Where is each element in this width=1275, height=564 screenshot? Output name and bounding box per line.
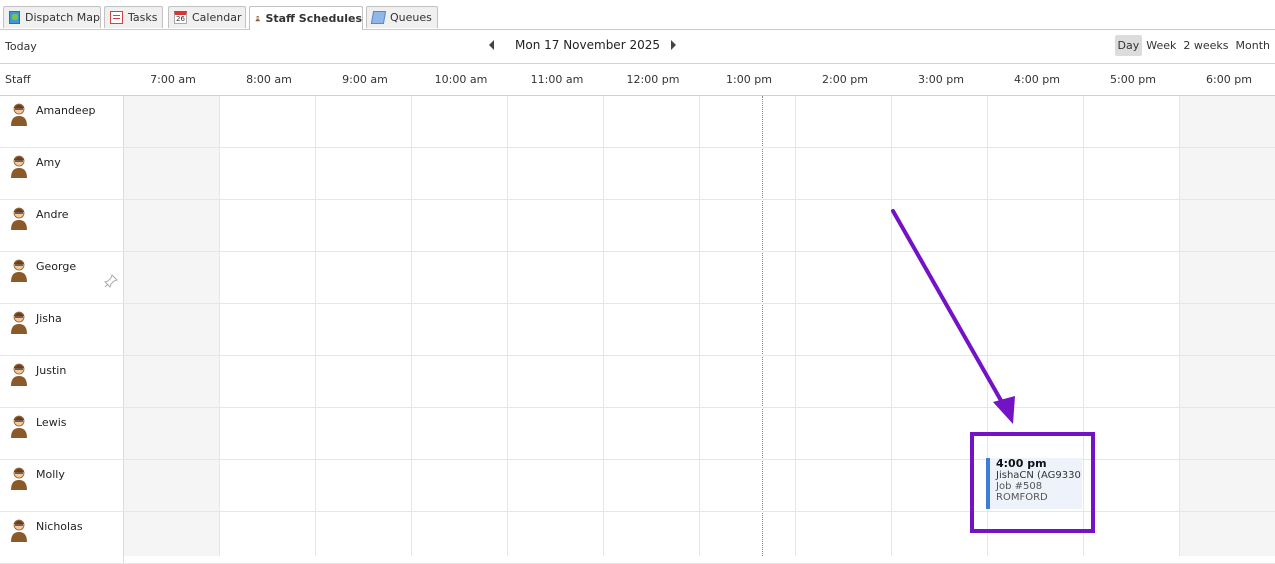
tab-label: Queues: [390, 11, 432, 24]
hour-header: 3:00 pm: [918, 73, 964, 86]
staff-cell[interactable]: Molly: [0, 460, 124, 511]
staff-row: Amandeep: [0, 96, 1275, 148]
staff-name: Nicholas: [36, 520, 83, 533]
staff-row: Andre: [0, 200, 1275, 252]
hour-header: 9:00 am: [342, 73, 388, 86]
staff-cell[interactable]: Andre: [0, 200, 124, 251]
pin-icon[interactable]: [104, 274, 118, 288]
staff-avatar-icon: [11, 467, 27, 490]
staff-name: Justin: [36, 364, 67, 377]
tab-label: Tasks: [128, 11, 158, 24]
tab-tasks[interactable]: Tasks: [104, 6, 163, 28]
view-2-weeks-button[interactable]: 2 weeks: [1180, 35, 1231, 56]
staff-name: Amy: [36, 156, 61, 169]
hour-header: 2:00 pm: [822, 73, 868, 86]
next-day-icon[interactable]: [671, 40, 676, 50]
hour-header: 4:00 pm: [1014, 73, 1060, 86]
today-button[interactable]: Today: [5, 40, 37, 53]
tab-calendar[interactable]: 26 Calendar: [168, 6, 246, 28]
tab-bar: Dispatch Map Tasks 26 Calendar Staff Sch…: [0, 0, 1275, 30]
view-month-button[interactable]: Month: [1233, 35, 1273, 56]
staff-row: Jisha: [0, 304, 1275, 356]
hour-header: 5:00 pm: [1110, 73, 1156, 86]
hour-header: 6:00 pm: [1206, 73, 1252, 86]
staff-icon: [255, 16, 260, 22]
staff-avatar-icon: [11, 207, 27, 230]
staff-cell[interactable]: Lewis: [0, 408, 124, 459]
staff-row: George: [0, 252, 1275, 304]
staff-cell[interactable]: George: [0, 252, 124, 303]
previous-day-icon[interactable]: [489, 40, 494, 50]
staff-avatar-icon: [11, 519, 27, 542]
view-day-button[interactable]: Day: [1114, 35, 1143, 56]
tab-label: Dispatch Map: [24, 11, 100, 24]
hour-header: 7:00 am: [150, 73, 196, 86]
staff-name: Jisha: [36, 312, 62, 325]
hour-header: 12:00 pm: [626, 73, 680, 86]
calendar-icon: 26: [174, 11, 187, 24]
staff-name: Lewis: [36, 416, 67, 429]
staff-name: Amandeep: [36, 104, 96, 117]
staff-name: Molly: [36, 468, 65, 481]
staff-avatar-icon: [11, 155, 27, 178]
staff-cell[interactable]: Nicholas: [0, 512, 124, 563]
staff-name: George: [36, 260, 77, 273]
hour-header: 10:00 am: [434, 73, 488, 86]
staff-avatar-icon: [11, 311, 27, 334]
staff-avatar-icon: [11, 259, 27, 282]
staff-name: Andre: [36, 208, 69, 221]
staff-cell[interactable]: Jisha: [0, 304, 124, 355]
map-icon: [9, 11, 20, 24]
timeline-header: Staff 7:00 am 8:00 am 9:00 am 10:00 am 1…: [0, 64, 1275, 96]
queue-icon: [370, 11, 387, 24]
staff-cell[interactable]: Justin: [0, 356, 124, 407]
staff-column-header: Staff: [5, 73, 31, 86]
tab-dispatch-map[interactable]: Dispatch Map: [3, 6, 101, 28]
staff-row: Amy: [0, 148, 1275, 200]
tasks-icon: [110, 11, 123, 24]
staff-avatar-icon: [11, 415, 27, 438]
view-switcher: Day Week 2 weeks Month: [1114, 35, 1274, 56]
annotation-highlight-box: [970, 432, 1095, 533]
staff-row: Justin: [0, 356, 1275, 408]
staff-cell[interactable]: Amandeep: [0, 96, 124, 147]
tab-staff-schedules[interactable]: Staff Schedules: [249, 6, 363, 30]
staff-cell[interactable]: Amy: [0, 148, 124, 199]
hour-header: 1:00 pm: [726, 73, 772, 86]
staff-avatar-icon: [11, 103, 27, 126]
hour-header: 8:00 am: [246, 73, 292, 86]
current-date-label: Mon 17 November 2025: [515, 38, 660, 52]
hour-header: 11:00 am: [530, 73, 584, 86]
staff-avatar-icon: [11, 363, 27, 386]
tab-label: Staff Schedules: [265, 12, 362, 25]
tab-label: Calendar: [192, 11, 242, 24]
tab-queues[interactable]: Queues: [366, 6, 438, 28]
calendar-toolbar: Today Mon 17 November 2025 Day Week 2 we…: [0, 30, 1275, 64]
view-week-button[interactable]: Week: [1143, 35, 1179, 56]
